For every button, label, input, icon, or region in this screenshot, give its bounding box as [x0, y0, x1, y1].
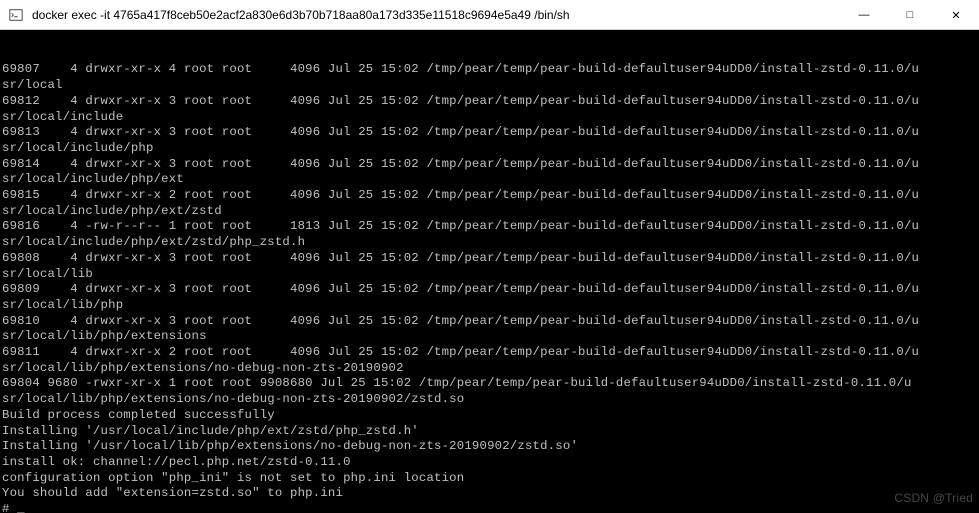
terminal-line: 69812 4 drwxr-xr-x 3 root root 4096 Jul …	[2, 94, 977, 110]
terminal-line: sr/local	[2, 78, 977, 94]
terminal-icon	[8, 7, 24, 23]
terminal-line: sr/local/include	[2, 110, 977, 126]
terminal-line: You should add "extension=zstd.so" to ph…	[2, 486, 977, 502]
terminal-line: sr/local/include/php/ext/zstd	[2, 204, 977, 220]
terminal-line: sr/local/include/php	[2, 141, 977, 157]
minimize-button[interactable]: —	[841, 0, 887, 30]
terminal-lines: 69807 4 drwxr-xr-x 4 root root 4096 Jul …	[2, 62, 977, 513]
terminal-line: sr/local/include/php/ext/zstd/php_zstd.h	[2, 235, 977, 251]
maximize-button[interactable]: □	[887, 0, 933, 30]
terminal-line: 69814 4 drwxr-xr-x 3 root root 4096 Jul …	[2, 157, 977, 173]
terminal-line: 69811 4 drwxr-xr-x 2 root root 4096 Jul …	[2, 345, 977, 361]
terminal-line: 69804 9680 -rwxr-xr-x 1 root root 990868…	[2, 376, 977, 392]
terminal-line: 69813 4 drwxr-xr-x 3 root root 4096 Jul …	[2, 125, 977, 141]
terminal-line: sr/local/include/php/ext	[2, 172, 977, 188]
terminal-line: 69816 4 -rw-r--r-- 1 root root 1813 Jul …	[2, 219, 977, 235]
terminal-line: Build process completed successfully	[2, 408, 977, 424]
terminal-line: configuration option "php_ini" is not se…	[2, 471, 977, 487]
terminal-line: sr/local/lib	[2, 267, 977, 283]
terminal-line: # _	[2, 502, 977, 513]
terminal-line: sr/local/lib/php/extensions/no-debug-non…	[2, 392, 977, 408]
window-titlebar: docker exec -it 4765a417f8ceb50e2acf2a83…	[0, 0, 979, 30]
terminal-line: sr/local/lib/php	[2, 298, 977, 314]
terminal-line: Installing '/usr/local/include/php/ext/z…	[2, 424, 977, 440]
terminal-line: 69810 4 drwxr-xr-x 3 root root 4096 Jul …	[2, 314, 977, 330]
terminal-line: 69815 4 drwxr-xr-x 2 root root 4096 Jul …	[2, 188, 977, 204]
window-controls: — □ ✕	[841, 0, 979, 29]
terminal-line: install ok: channel://pecl.php.net/zstd-…	[2, 455, 977, 471]
terminal-line: 69808 4 drwxr-xr-x 3 root root 4096 Jul …	[2, 251, 977, 267]
terminal-line: Installing '/usr/local/lib/php/extension…	[2, 439, 977, 455]
terminal-line: 69809 4 drwxr-xr-x 3 root root 4096 Jul …	[2, 282, 977, 298]
window-title: docker exec -it 4765a417f8ceb50e2acf2a83…	[32, 8, 841, 22]
terminal-line: sr/local/lib/php/extensions	[2, 329, 977, 345]
terminal-line: 69807 4 drwxr-xr-x 4 root root 4096 Jul …	[2, 62, 977, 78]
close-button[interactable]: ✕	[933, 0, 979, 30]
terminal-line: sr/local/lib/php/extensions/no-debug-non…	[2, 361, 977, 377]
terminal-output[interactable]: 69807 4 drwxr-xr-x 4 root root 4096 Jul …	[0, 30, 979, 513]
